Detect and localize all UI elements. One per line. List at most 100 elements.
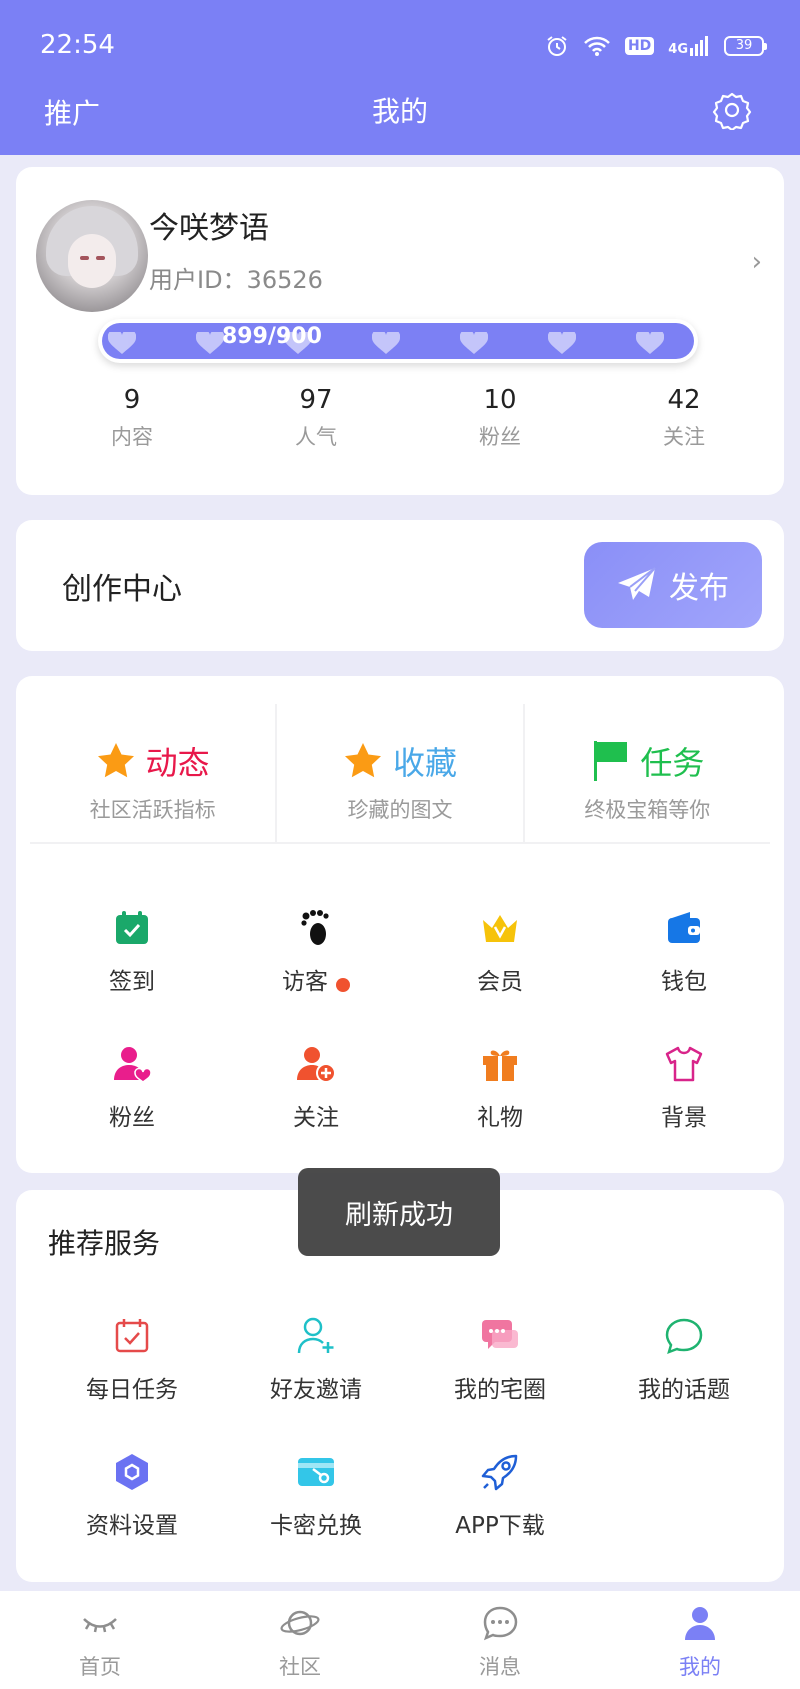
action-label: 背景 bbox=[661, 1105, 707, 1131]
my-topics-button[interactable]: 我的话题 bbox=[592, 1316, 776, 1404]
level-progress-fill: 899/900 bbox=[102, 323, 694, 359]
stat-label: 内容 bbox=[111, 425, 153, 449]
alarm-icon bbox=[547, 36, 567, 56]
chat-icon bbox=[483, 1606, 518, 1641]
stat-number: 97 bbox=[299, 385, 333, 415]
action-label: 访客 bbox=[282, 969, 328, 995]
service-label: 每日任务 bbox=[86, 1377, 178, 1403]
checkin-button[interactable]: 签到 bbox=[40, 908, 224, 996]
tshirt-icon bbox=[665, 1046, 703, 1082]
follow-button[interactable]: 关注 bbox=[224, 1044, 408, 1132]
publish-label: 发布 bbox=[669, 571, 729, 606]
feature-title: 任务 bbox=[640, 744, 705, 782]
flag-icon bbox=[594, 741, 628, 781]
profile-card[interactable]: 今咲梦语 用户ID：36526 › 899/900 9 内容 97 人气 10 粉丝 … bbox=[16, 167, 784, 495]
chat-circle-icon bbox=[665, 1318, 703, 1355]
card-redeem-button[interactable]: 卡密兑换 bbox=[224, 1452, 408, 1540]
status-icons: HD 4G 39 bbox=[545, 34, 767, 58]
settings-gear-icon[interactable] bbox=[712, 90, 752, 130]
feature-tasks[interactable]: 任务 终极宝箱等你 bbox=[524, 704, 770, 844]
quick-actions-row-1: 签到 访客 会员 钱包 bbox=[16, 908, 784, 996]
user-invite-icon bbox=[297, 1317, 334, 1354]
creation-center-card: 创作中心 发布 bbox=[16, 520, 784, 651]
bottom-navigation: 首页 社区 消息 我的 bbox=[0, 1591, 800, 1689]
feature-tiles: 动态 社区活跃指标 收藏 珍藏的图文 任务 终极宝箱等你 bbox=[30, 704, 770, 844]
stat-content[interactable]: 9 内容 bbox=[40, 385, 224, 451]
hd-badge: HD bbox=[624, 37, 655, 55]
feature-subtitle: 珍藏的图文 bbox=[347, 798, 453, 822]
tab-profile[interactable]: 我的 bbox=[600, 1591, 800, 1689]
feature-title: 动态 bbox=[145, 744, 210, 782]
chat-bubbles-icon bbox=[482, 1320, 518, 1349]
service-label: 我的话题 bbox=[638, 1377, 730, 1403]
stat-following[interactable]: 42 关注 bbox=[592, 385, 776, 451]
recommend-title: 推荐服务 bbox=[48, 1227, 161, 1260]
service-label: 我的宅圈 bbox=[454, 1377, 546, 1403]
chevron-right-icon[interactable]: › bbox=[752, 247, 762, 277]
planet-icon bbox=[280, 1610, 320, 1636]
gifts-button[interactable]: 礼物 bbox=[408, 1044, 592, 1132]
action-label: 钱包 bbox=[661, 969, 707, 995]
tab-label: 社区 bbox=[279, 1655, 321, 1679]
feature-activity[interactable]: 动态 社区活跃指标 bbox=[30, 704, 278, 844]
stat-label: 粉丝 bbox=[479, 425, 521, 449]
action-label: 签到 bbox=[109, 969, 155, 995]
action-label: 关注 bbox=[293, 1105, 339, 1131]
tab-home[interactable]: 首页 bbox=[0, 1591, 200, 1689]
fans-button[interactable]: 粉丝 bbox=[40, 1044, 224, 1132]
stat-label: 关注 bbox=[663, 425, 705, 449]
service-label: 好友邀请 bbox=[270, 1377, 362, 1403]
profile-stats: 9 内容 97 人气 10 粉丝 42 关注 bbox=[16, 385, 784, 451]
status-time: 22:54 bbox=[40, 30, 115, 60]
paper-plane-icon bbox=[618, 567, 656, 600]
user-add-icon bbox=[297, 1047, 336, 1083]
membership-button[interactable]: 会员 bbox=[408, 908, 592, 996]
background-button[interactable]: 背景 bbox=[592, 1044, 776, 1132]
publish-button[interactable]: 发布 bbox=[584, 542, 762, 628]
star-icon bbox=[344, 743, 381, 778]
action-label: 会员 bbox=[477, 969, 523, 995]
signal-icon: 4G bbox=[668, 36, 710, 56]
quick-actions-row-2: 粉丝 关注 礼物 背景 bbox=[16, 1044, 784, 1132]
calendar-check-icon bbox=[116, 911, 148, 944]
app-download-button[interactable]: APP下载 bbox=[408, 1452, 592, 1540]
star-icon bbox=[97, 743, 134, 778]
tab-label: 首页 bbox=[79, 1655, 121, 1679]
rocket-icon bbox=[481, 1454, 518, 1491]
crown-icon bbox=[483, 915, 517, 942]
stat-fans[interactable]: 10 粉丝 bbox=[408, 385, 592, 451]
tab-community[interactable]: 社区 bbox=[200, 1591, 400, 1689]
invite-friends-button[interactable]: 好友邀请 bbox=[224, 1316, 408, 1404]
avatar[interactable] bbox=[36, 200, 148, 312]
notification-dot bbox=[336, 977, 350, 992]
tab-messages[interactable]: 消息 bbox=[400, 1591, 600, 1689]
action-label: 粉丝 bbox=[109, 1105, 155, 1131]
user-id: 用户ID：36526 bbox=[149, 266, 323, 294]
visitors-button[interactable]: 访客 bbox=[224, 908, 408, 996]
wifi-icon bbox=[584, 36, 610, 56]
creation-center-title: 创作中心 bbox=[62, 572, 182, 607]
feature-title: 收藏 bbox=[392, 744, 457, 782]
daily-tasks-button[interactable]: 每日任务 bbox=[40, 1316, 224, 1404]
eye-closed-icon bbox=[83, 1618, 117, 1633]
action-label: 礼物 bbox=[477, 1105, 523, 1131]
username: 今咲梦语 bbox=[149, 211, 269, 246]
person-icon bbox=[685, 1607, 715, 1640]
level-progress-bar: 899/900 bbox=[98, 319, 698, 363]
features-card: 动态 社区活跃指标 收藏 珍藏的图文 任务 终极宝箱等你 签到 访客 会员 钱包… bbox=[16, 676, 784, 1173]
network-type: 4G bbox=[668, 42, 688, 57]
profile-settings-button[interactable]: 资料设置 bbox=[40, 1452, 224, 1540]
page-title: 我的 bbox=[371, 95, 428, 128]
wallet-icon bbox=[668, 912, 700, 943]
feature-subtitle: 社区活跃指标 bbox=[89, 798, 216, 822]
battery-indicator: 39 bbox=[724, 36, 767, 56]
stat-number: 42 bbox=[667, 385, 701, 415]
stat-popularity[interactable]: 97 人气 bbox=[224, 385, 408, 451]
my-circles-button[interactable]: 我的宅圈 bbox=[408, 1316, 592, 1404]
stat-label: 人气 bbox=[295, 425, 337, 449]
service-label: 卡密兑换 bbox=[270, 1513, 362, 1539]
services-row-2: 资料设置 卡密兑换 APP下载 bbox=[16, 1452, 784, 1540]
stat-number: 10 bbox=[483, 385, 517, 415]
feature-favorites[interactable]: 收藏 珍藏的图文 bbox=[277, 704, 525, 844]
wallet-button[interactable]: 钱包 bbox=[592, 908, 776, 996]
